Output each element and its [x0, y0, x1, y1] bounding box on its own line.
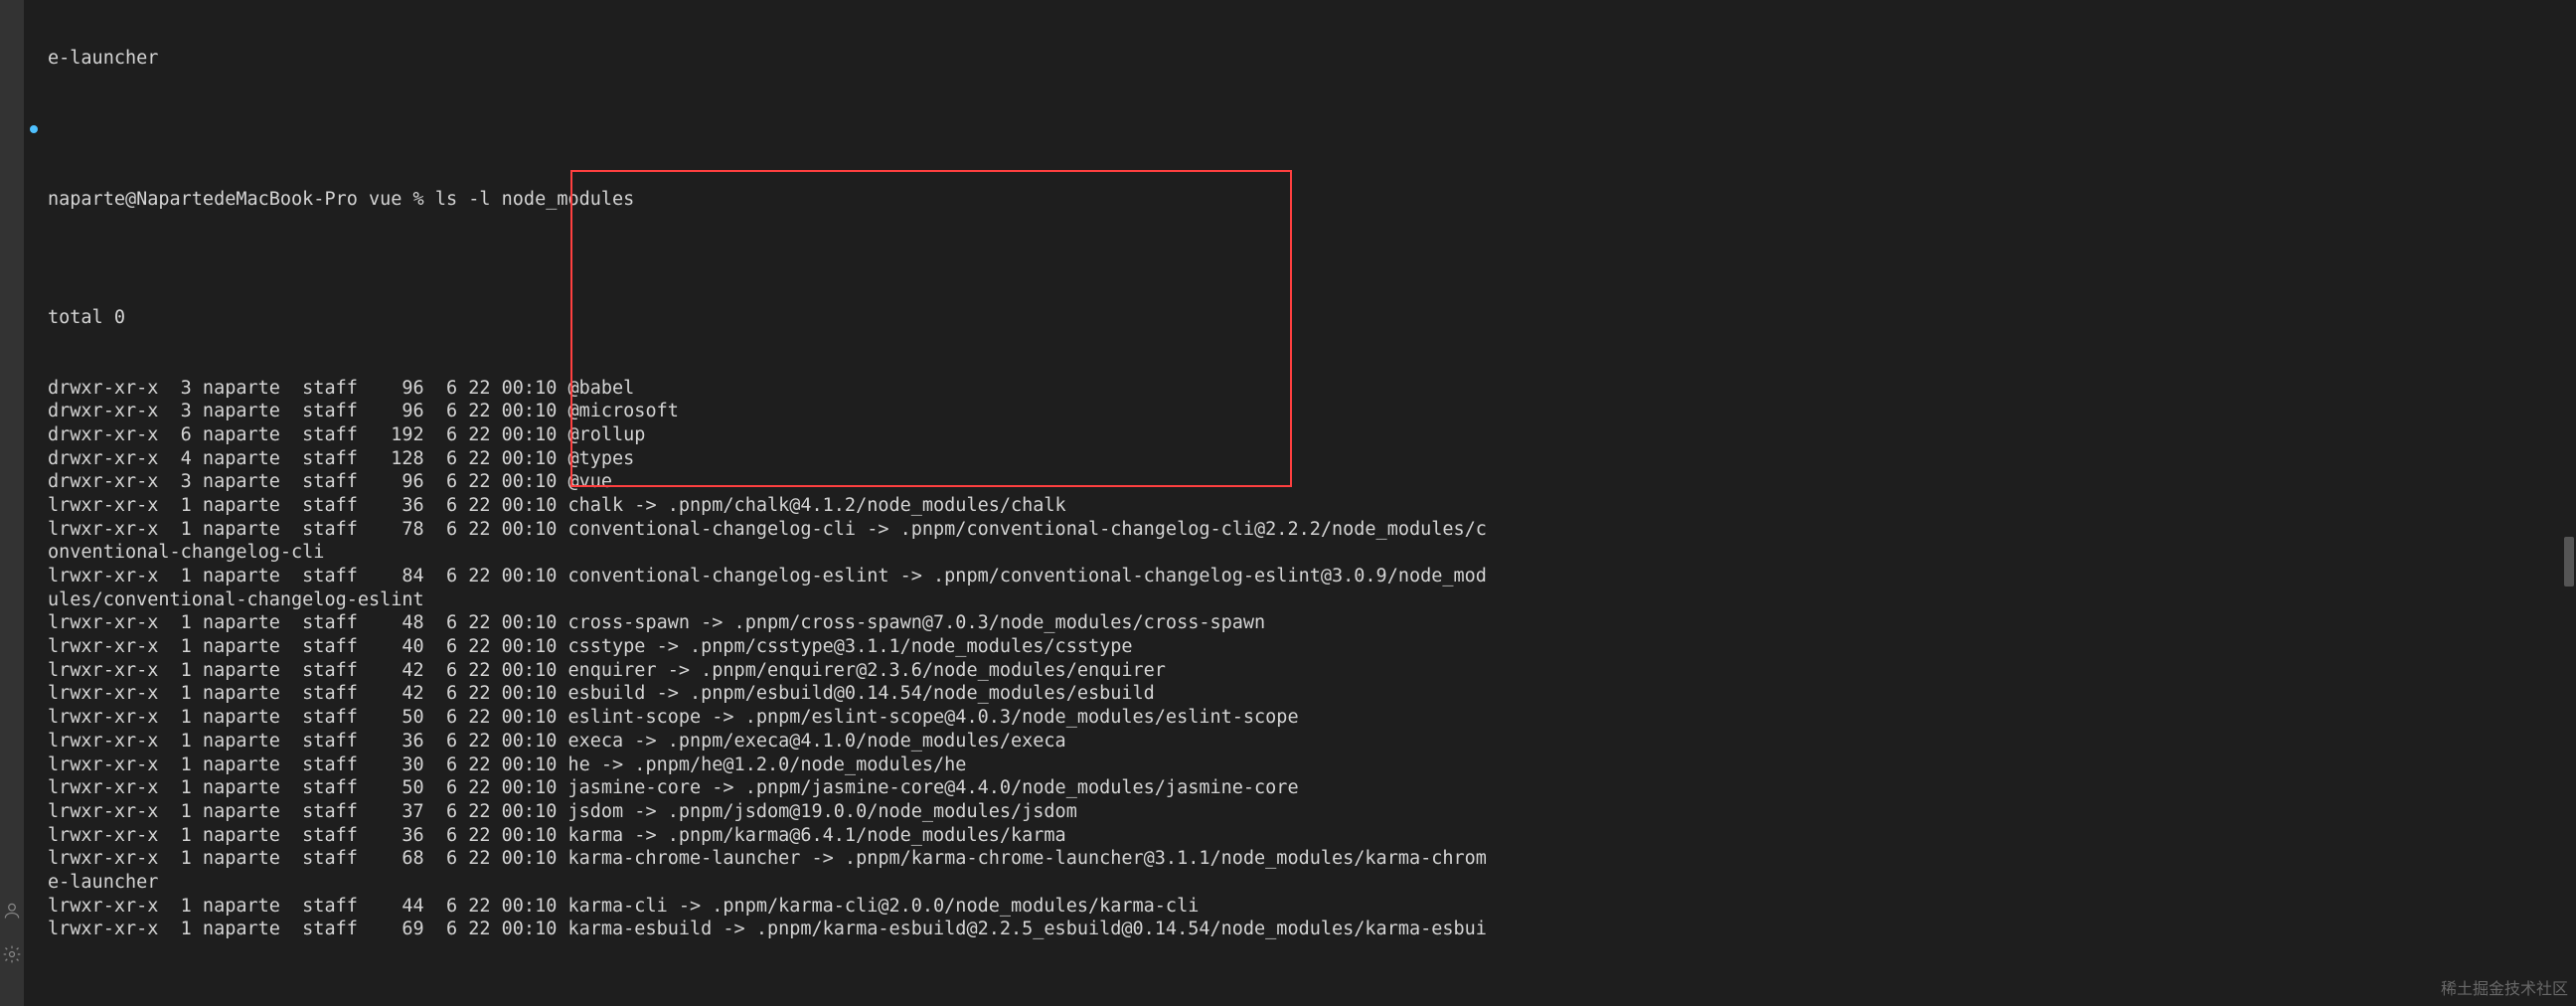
prev-output-trail: e-launcher: [48, 47, 2576, 71]
ls-row: lrwxr-xr-x 1 naparte staff 36 6 22 00:10…: [48, 494, 2576, 518]
ls-row: lrwxr-xr-x 1 naparte staff 42 6 22 00:10…: [48, 659, 2576, 683]
terminal-output[interactable]: e-launcher naparte@NapartedeMacBook-Pro …: [0, 0, 2576, 965]
ls-row: lrwxr-xr-x 1 naparte staff 44 6 22 00:10…: [48, 895, 2576, 919]
ls-row: lrwxr-xr-x 1 naparte staff 50 6 22 00:10…: [48, 776, 2576, 800]
ls-row: onventional-changelog-cli: [48, 541, 2576, 565]
scrollbar-thumb[interactable]: [2564, 537, 2574, 587]
ls-row: drwxr-xr-x 6 naparte staff 192 6 22 00:1…: [48, 423, 2576, 447]
ls-row: lrwxr-xr-x 1 naparte staff 42 6 22 00:10…: [48, 682, 2576, 706]
ls-row: lrwxr-xr-x 1 naparte staff 48 6 22 00:10…: [48, 611, 2576, 635]
ls-row: lrwxr-xr-x 1 naparte staff 40 6 22 00:10…: [48, 635, 2576, 659]
ls-row: lrwxr-xr-x 1 naparte staff 36 6 22 00:10…: [48, 730, 2576, 754]
prompt-line: naparte@NapartedeMacBook-Pro vue % ls -l…: [48, 188, 2576, 212]
ls-row: lrwxr-xr-x 1 naparte staff 30 6 22 00:10…: [48, 754, 2576, 777]
ls-row: lrwxr-xr-x 1 naparte staff 37 6 22 00:10…: [48, 800, 2576, 824]
ls-row: drwxr-xr-x 3 naparte staff 96 6 22 00:10…: [48, 377, 2576, 401]
watermark-text: 稀土掘金技术社区: [2441, 980, 2568, 1000]
prompt-dot-icon: [30, 125, 38, 133]
ls-row: lrwxr-xr-x 1 naparte staff 50 6 22 00:10…: [48, 706, 2576, 730]
ls-row: lrwxr-xr-x 1 naparte staff 68 6 22 00:10…: [48, 847, 2576, 871]
ls-row: ules/conventional-changelog-eslint: [48, 588, 2576, 612]
ls-row: lrwxr-xr-x 1 naparte staff 78 6 22 00:10…: [48, 518, 2576, 542]
ls-row: drwxr-xr-x 4 naparte staff 128 6 22 00:1…: [48, 447, 2576, 471]
ls-row: lrwxr-xr-x 1 naparte staff 84 6 22 00:10…: [48, 565, 2576, 588]
ls-row: drwxr-xr-x 3 naparte staff 96 6 22 00:10…: [48, 400, 2576, 423]
ls-row: e-launcher: [48, 871, 2576, 895]
ls-row: lrwxr-xr-x 1 naparte staff 69 6 22 00:10…: [48, 918, 2576, 941]
scrollbar[interactable]: [2562, 0, 2574, 1006]
ls-row: lrwxr-xr-x 1 naparte staff 36 6 22 00:10…: [48, 824, 2576, 848]
total-line: total 0: [48, 306, 2576, 330]
ls-row: drwxr-xr-x 3 naparte staff 96 6 22 00:10…: [48, 470, 2576, 494]
